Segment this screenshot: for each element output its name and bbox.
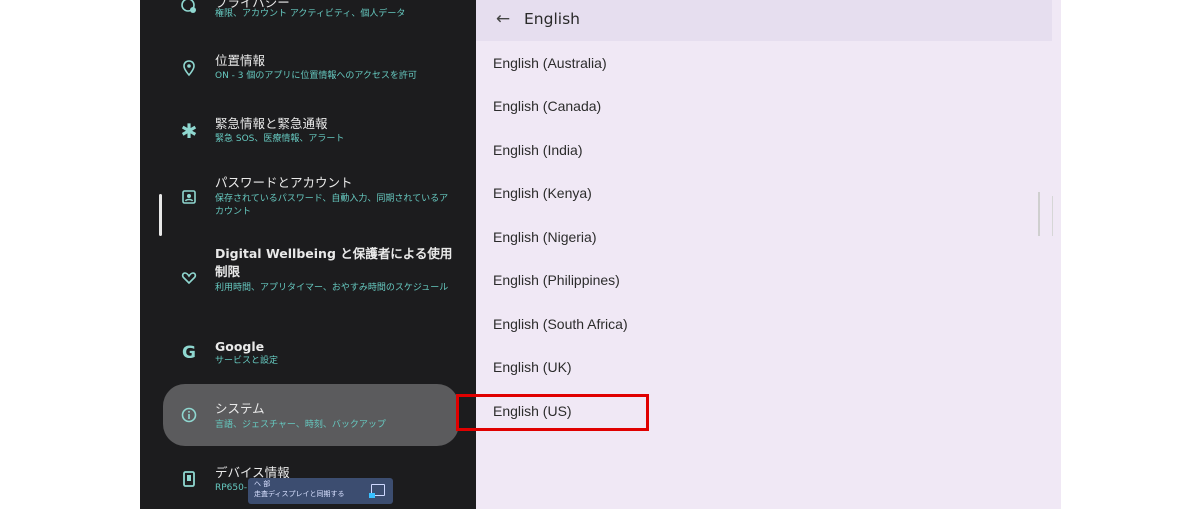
scrollbar-track[interactable]: [1038, 192, 1040, 236]
screen-sync-icon[interactable]: [369, 484, 385, 498]
language-panel: ← English English (Australia) English (C…: [476, 0, 1061, 509]
settings-item-subtitle: 保存されているパスワード、自動入力、同期されているアカウント: [215, 194, 449, 217]
settings-item-subtitle: 権限、アカウント アクティビティ、個人データ: [215, 9, 406, 19]
settings-item-google[interactable]: G Google サービスと設定: [140, 338, 476, 372]
settings-item-title: Google: [215, 339, 265, 354]
language-option[interactable]: English (Nigeria): [493, 229, 596, 245]
settings-item-subtitle: ON - 3 個のアプリに位置情報へのアクセスを許可: [215, 71, 417, 81]
screen: プライバシー 権限、アカウント アクティビティ、個人データ 位置情報 ON - …: [140, 0, 1061, 509]
sync-display-toast[interactable]: ヘ 部 走査ディスプレイと同期する: [248, 478, 393, 504]
selection-highlight-box: [456, 394, 649, 431]
language-option[interactable]: English (Kenya): [493, 185, 592, 201]
settings-item-subtitle: 利用時間、アプリタイマー、おやすみ時間のスケジュール: [215, 283, 449, 293]
toast-line2: 走査ディスプレイと同期する: [254, 490, 345, 498]
settings-item-location[interactable]: 位置情報 ON - 3 個のアプリに位置情報へのアクセスを許可: [140, 50, 476, 90]
settings-list-panel: プライバシー 権限、アカウント アクティビティ、個人データ 位置情報 ON - …: [140, 0, 476, 509]
settings-item-title: パスワードとアカウント: [215, 175, 353, 190]
info-icon: [180, 406, 198, 424]
settings-item-subtitle: サービスと設定: [215, 356, 279, 366]
back-arrow-icon[interactable]: ←: [493, 9, 513, 29]
scrollbar-edge: [1052, 196, 1053, 236]
device-icon: [180, 470, 198, 488]
settings-item-title: システム: [215, 401, 265, 416]
location-icon: [180, 59, 198, 77]
account-icon: [180, 188, 198, 206]
google-icon: G: [182, 343, 196, 363]
language-option[interactable]: English (Philippines): [493, 272, 620, 288]
language-option[interactable]: English (UK): [493, 359, 572, 375]
toast-line1: ヘ 部: [254, 480, 271, 488]
settings-item-title: Digital Wellbeing と保護者による使用制限: [215, 246, 453, 279]
settings-item-subtitle: 言語、ジェスチャー、時刻、バックアップ: [215, 420, 386, 430]
settings-item-title: 位置情報: [215, 53, 266, 68]
language-option[interactable]: English (Canada): [493, 98, 601, 114]
settings-item-digital-wellbeing[interactable]: Digital Wellbeing と保護者による使用制限 利用時間、アプリタイ…: [140, 244, 476, 314]
settings-item-emergency[interactable]: ✱ 緊急情報と緊急通報 緊急 SOS、医療情報、アラート: [140, 113, 476, 153]
emergency-icon: ✱: [180, 119, 198, 143]
wellbeing-icon: [180, 268, 198, 286]
app-bar: ← English: [476, 0, 1052, 41]
privacy-icon: [180, 0, 198, 15]
language-option[interactable]: English (India): [493, 142, 583, 158]
settings-item-title: 緊急情報と緊急通報: [215, 116, 328, 131]
language-option[interactable]: English (Australia): [493, 55, 607, 71]
settings-item-system[interactable]: システム 言語、ジェスチャー、時刻、バックアップ: [140, 384, 476, 446]
settings-item-passwords-accounts[interactable]: パスワードとアカウント 保存されているパスワード、自動入力、同期されているアカウ…: [140, 173, 476, 223]
scrollbar[interactable]: [159, 194, 162, 236]
language-option[interactable]: English (South Africa): [493, 316, 628, 332]
settings-item-privacy[interactable]: プライバシー 権限、アカウント アクティビティ、個人データ: [140, 0, 476, 28]
settings-item-subtitle: 緊急 SOS、医療情報、アラート: [215, 134, 345, 144]
page-title: English: [524, 10, 580, 28]
